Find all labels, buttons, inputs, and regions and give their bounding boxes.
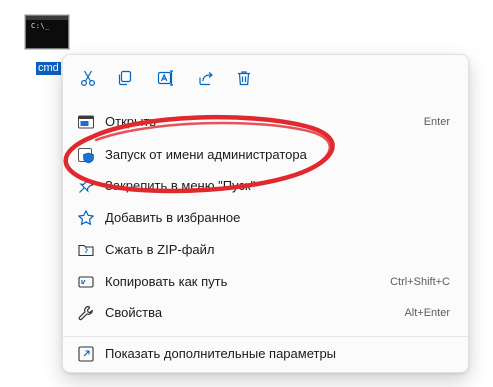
share-button[interactable] xyxy=(191,64,221,92)
menu-item-show-more-options[interactable]: Показать дополнительные параметры xyxy=(67,339,464,369)
desktop-shortcut-cmd[interactable]: C:\_ xyxy=(25,13,71,53)
cmd-window-icon xyxy=(77,113,95,131)
delete-button[interactable] xyxy=(229,64,259,92)
menu-item-shortcut: Ctrl+Shift+C xyxy=(390,276,450,288)
share-icon xyxy=(199,72,213,86)
scissors-icon xyxy=(80,70,96,87)
rename-button[interactable] xyxy=(151,64,181,92)
cmd-app-icon: C:\_ xyxy=(25,15,69,49)
menu-item-pin-to-start[interactable]: Закрепить в меню "Пуск" xyxy=(67,171,464,201)
menu-item-label: Запуск от имени администратора xyxy=(105,147,307,162)
pin-icon xyxy=(77,177,95,195)
menu-item-label: Копировать как путь xyxy=(105,274,228,289)
copy-path-icon xyxy=(77,273,95,291)
copy-icon xyxy=(118,70,132,86)
menu-item-label: Показать дополнительные параметры xyxy=(105,346,337,361)
menu-item-add-favorite[interactable]: Добавить в избранное xyxy=(67,203,464,233)
menu-item-label: Добавить в избранное xyxy=(105,210,241,225)
trash-icon xyxy=(238,71,250,86)
cut-button[interactable] xyxy=(73,64,103,92)
open-external-icon xyxy=(77,345,95,363)
menu-item-label: Сжать в ZIP-файл xyxy=(105,242,215,257)
menu-item-properties[interactable]: Свойства Alt+Enter xyxy=(67,298,464,328)
menu-item-run-as-admin[interactable]: Запуск от имени администратора xyxy=(67,140,464,170)
wrench-icon xyxy=(77,304,95,322)
menu-separator xyxy=(63,336,468,337)
menu-item-label: Открыть xyxy=(105,114,157,129)
desktop-shortcut-label[interactable]: cmd xyxy=(36,62,61,75)
menu-item-label: Свойства xyxy=(105,305,163,320)
copy-button[interactable] xyxy=(110,64,140,92)
menu-item-compress-zip[interactable]: Сжать в ZIP-файл xyxy=(67,235,464,265)
star-icon xyxy=(77,209,95,227)
uac-shield-icon xyxy=(77,146,95,164)
menu-item-shortcut: Enter xyxy=(423,116,450,128)
rename-icon xyxy=(157,70,173,86)
menu-item-open[interactable]: Открыть Enter xyxy=(67,107,464,137)
menu-item-copy-as-path[interactable]: Копировать как путь Ctrl+Shift+C xyxy=(67,267,464,297)
context-menu-toolbar xyxy=(63,55,468,101)
menu-item-label: Закрепить в меню "Пуск" xyxy=(105,178,256,193)
zip-folder-icon xyxy=(77,241,95,259)
context-menu: Открыть Enter Запуск от имени администра… xyxy=(62,54,469,373)
menu-item-shortcut: Alt+Enter xyxy=(404,307,450,319)
